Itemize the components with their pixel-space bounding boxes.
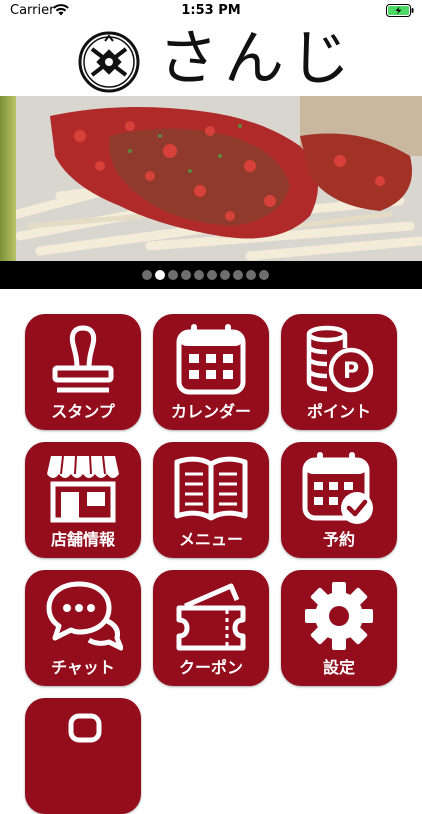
page-dot[interactable] xyxy=(233,270,243,280)
svg-text:P: P xyxy=(343,359,359,384)
stamp-icon xyxy=(52,325,114,393)
stamp-label: スタンプ xyxy=(51,402,115,421)
coupon-button[interactable]: クーポン xyxy=(153,570,269,686)
point-button[interactable]: P ポイント xyxy=(281,314,397,430)
store-info-label: 店舗情報 xyxy=(50,530,115,549)
page-dots[interactable] xyxy=(142,270,269,280)
previous-slide-edge xyxy=(0,96,16,261)
page-dot[interactable] xyxy=(246,270,256,280)
calendar-icon xyxy=(176,324,246,395)
page-dot[interactable] xyxy=(181,270,191,280)
clock: 1:53 PM xyxy=(181,3,241,18)
menu-grid: スタンプ カレンダー P ポイント 店舗情報 メニュー 予約 チャット クーポン… xyxy=(0,289,422,814)
app-header: さんじ xyxy=(0,22,422,96)
calendar-label: カレンダー xyxy=(170,402,251,421)
point-label: ポイント xyxy=(306,402,371,421)
menu-button[interactable]: メニュー xyxy=(153,442,269,558)
logo-emblem-icon xyxy=(78,31,140,93)
menu-label: メニュー xyxy=(178,530,243,549)
battery-charging-icon xyxy=(386,4,414,17)
store-icon xyxy=(47,455,119,523)
page-dot[interactable] xyxy=(155,270,165,280)
page-dot[interactable] xyxy=(220,270,230,280)
chat-button[interactable]: チャット xyxy=(25,570,141,686)
status-bar: Carrier 1:53 PM xyxy=(0,0,422,22)
page-dot[interactable] xyxy=(194,270,204,280)
settings-button[interactable]: 設定 xyxy=(281,570,397,686)
calendar-button[interactable]: カレンダー xyxy=(153,314,269,430)
carousel-pager xyxy=(0,261,422,289)
page-dot[interactable] xyxy=(207,270,217,280)
chat-bubbles-icon xyxy=(46,581,123,651)
coupon-label: クーポン xyxy=(178,658,243,677)
gear-icon xyxy=(305,582,373,650)
open-book-icon xyxy=(174,456,248,521)
page-dot[interactable] xyxy=(168,270,178,280)
stamp-button[interactable]: スタンプ xyxy=(25,314,141,430)
point-coins-icon: P xyxy=(306,325,374,393)
settings-label: 設定 xyxy=(322,658,355,677)
reservation-button[interactable]: 予約 xyxy=(281,442,397,558)
banner-carousel[interactable] xyxy=(0,96,422,261)
page-dot[interactable] xyxy=(259,270,269,280)
banner-food-image xyxy=(0,96,422,261)
page-dot[interactable] xyxy=(142,270,152,280)
store-info-button[interactable]: 店舗情報 xyxy=(25,442,141,558)
logo-text: さんじ xyxy=(158,24,356,94)
partial-tile-icon xyxy=(68,713,102,743)
chat-label: チャット xyxy=(51,658,115,677)
reservation-label: 予約 xyxy=(322,530,355,549)
more-menu-button[interactable] xyxy=(25,698,141,814)
reservation-calendar-check-icon xyxy=(302,452,373,524)
coupon-ticket-icon xyxy=(176,583,246,651)
